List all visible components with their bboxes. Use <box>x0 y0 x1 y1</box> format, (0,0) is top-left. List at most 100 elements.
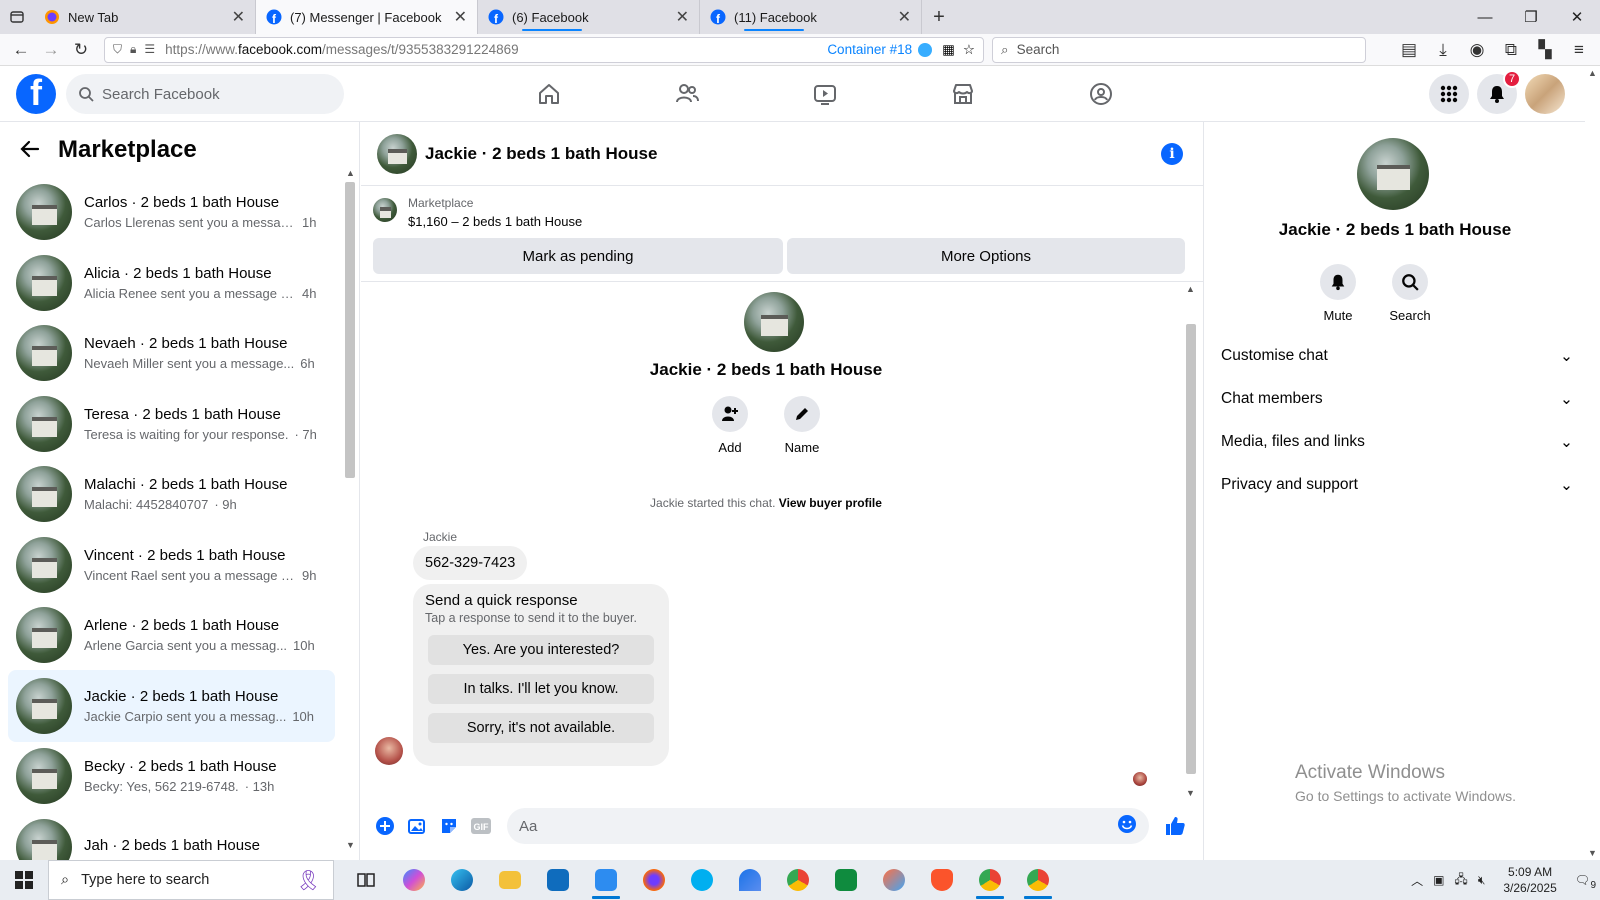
conversation-item[interactable]: Jackie · 2 beds 1 bath House Jackie Carpi… <box>8 670 335 742</box>
close-tab-icon[interactable]: ✕ <box>232 7 245 27</box>
chrome-icon[interactable] <box>774 860 822 900</box>
mark-as-pending-button[interactable]: Mark as pending <box>373 238 783 274</box>
minimize-icon[interactable]: — <box>1462 0 1508 34</box>
conversation-item[interactable]: Vincent · 2 beds 1 bath House Vincent Rae… <box>8 529 335 601</box>
profile-avatar[interactable] <box>1525 74 1565 114</box>
message-input[interactable]: Aa <box>507 808 1149 844</box>
more-options-button[interactable]: More Options <box>787 238 1185 274</box>
facebook-search-input[interactable]: Search Facebook <box>66 74 344 114</box>
chrome-profile-gm-icon[interactable] <box>966 860 1014 900</box>
scrollbar-thumb[interactable] <box>1186 324 1196 774</box>
permissions-icon[interactable]: ☰ <box>144 42 155 57</box>
firefox-icon[interactable] <box>630 860 678 900</box>
conversation-item[interactable]: Nevaeh · 2 beds 1 bath House Nevaeh Mille… <box>8 317 335 389</box>
media-files-links-section[interactable]: Media, files and links ⌄ <box>1221 422 1573 462</box>
search-in-chat-button[interactable]: Search <box>1375 264 1445 323</box>
photo-icon[interactable] <box>401 810 433 842</box>
new-tab-plus-icon[interactable]: + <box>922 0 956 34</box>
windows-start-icon[interactable] <box>0 860 48 900</box>
reload-icon[interactable]: ↻ <box>66 36 96 64</box>
close-window-icon[interactable]: ✕ <box>1554 0 1600 34</box>
volume-muted-icon[interactable]: 🔇︎ <box>1478 873 1486 888</box>
download-icon[interactable]: ⤓ <box>1428 36 1458 64</box>
restore-icon[interactable]: ❐ <box>1508 0 1554 34</box>
close-tab-icon[interactable]: ✕ <box>676 7 689 27</box>
emoji-icon[interactable] <box>1117 814 1137 838</box>
conversation-item[interactable]: Arlene · 2 beds 1 bath House Arlene Garci… <box>8 599 335 671</box>
listing-thumbnail[interactable] <box>373 198 397 222</box>
lock-icon[interactable]: 🔒︎ <box>130 42 136 57</box>
bookmark-star-icon[interactable]: ☆ <box>963 42 975 58</box>
groups-icon[interactable] <box>1032 74 1170 114</box>
info-icon[interactable]: i <box>1161 142 1183 165</box>
sidebar-scrollbar[interactable]: ▲ ▼ <box>343 168 357 850</box>
menu-icon[interactable]: ≡ <box>1564 36 1594 64</box>
paint-icon[interactable] <box>870 860 918 900</box>
close-tab-icon[interactable]: ✕ <box>454 7 467 27</box>
tab-facebook-6[interactable]: f (6) Facebook ✕ <box>478 0 700 34</box>
conversation-item[interactable]: Alicia · 2 beds 1 bath House Alicia Renee… <box>8 247 335 319</box>
mute-button[interactable]: Mute <box>1303 264 1373 323</box>
taskbar-search-input[interactable]: ⌕ Type here to search 🎗︎ <box>48 860 334 900</box>
tab-facebook-11[interactable]: f (11) Facebook ✕ <box>700 0 922 34</box>
friends-icon[interactable] <box>618 74 756 114</box>
extensions-icon[interactable]: ⧉ <box>1496 36 1526 64</box>
edge-icon[interactable] <box>438 860 486 900</box>
like-thumb-icon[interactable] <box>1159 810 1191 842</box>
task-view-icon[interactable] <box>342 860 390 900</box>
brave-icon[interactable] <box>918 860 966 900</box>
scrollbar-thumb[interactable] <box>345 182 355 478</box>
container-label[interactable]: Container #18 <box>827 42 912 57</box>
browser-search-bar[interactable]: ⌕ Search <box>992 36 1366 63</box>
notifications-bell-icon[interactable]: 7 <box>1477 70 1521 114</box>
conversation-item[interactable]: Teresa · 2 beds 1 bath House Teresa is wa… <box>8 388 335 460</box>
tab-messenger[interactable]: f (7) Messenger | Facebook ✕ <box>256 0 478 34</box>
arc-icon[interactable] <box>726 860 774 900</box>
quick-response-yes-button[interactable]: Yes. Are you interested? <box>428 635 654 665</box>
chat-members-section[interactable]: Chat members ⌄ <box>1221 379 1573 419</box>
back-arrow-icon[interactable] <box>20 139 40 162</box>
sticker-icon[interactable] <box>433 810 465 842</box>
meet-icon[interactable]: ▣ <box>1433 873 1444 887</box>
privacy-support-section[interactable]: Privacy and support ⌄ <box>1221 465 1573 505</box>
file-explorer-icon[interactable] <box>486 860 534 900</box>
add-people-button[interactable]: Add <box>700 396 760 455</box>
skype-icon[interactable] <box>678 860 726 900</box>
conversation-item[interactable]: Becky · 2 beds 1 bath House Becky: Yes, 5… <box>8 740 335 812</box>
plus-circle-icon[interactable] <box>369 810 401 842</box>
chat-title[interactable]: Jackie · 2 beds 1 bath House <box>425 144 657 164</box>
video-icon[interactable] <box>756 74 894 114</box>
qr-icon[interactable]: ▦ <box>942 42 955 58</box>
wps-writer-icon[interactable] <box>582 860 630 900</box>
chrome-profile-r-icon[interactable] <box>1014 860 1062 900</box>
chat-avatar[interactable] <box>377 133 417 174</box>
edit-name-button[interactable]: Name <box>772 396 832 455</box>
forward-arrow-icon[interactable]: → <box>36 36 66 64</box>
conversation-item[interactable]: Jah · 2 beds 1 bath House <box>8 811 335 860</box>
listing-price[interactable]: $1,160 – 2 beds 1 bath House <box>408 214 582 229</box>
copilot-icon[interactable] <box>390 860 438 900</box>
clock[interactable]: 5:09 AM 3/26/2025 <box>1503 864 1556 896</box>
chevron-up-icon[interactable]: ︿ <box>1411 872 1423 889</box>
network-icon[interactable]: 🖧︎ <box>1454 870 1467 891</box>
chat-scrollbar[interactable]: ▲ ▼ <box>1183 282 1199 798</box>
shield-icon[interactable]: ⛉ <box>113 42 122 57</box>
back-arrow-icon[interactable]: ← <box>6 36 36 64</box>
facebook-logo-icon[interactable]: f <box>16 74 56 114</box>
notification-center-icon[interactable]: 🗨︎ 9 <box>1575 873 1596 891</box>
quick-response-in-talks-button[interactable]: In talks. I'll let you know. <box>428 674 654 704</box>
message-bubble[interactable]: 562-329-7423 <box>413 546 528 580</box>
home-icon[interactable] <box>480 74 618 114</box>
outlook-icon[interactable] <box>534 860 582 900</box>
customise-chat-section[interactable]: Customise chat ⌄ <box>1221 336 1573 376</box>
account-icon[interactable]: ◉ <box>1462 36 1492 64</box>
url-bar[interactable]: ⛉ 🔒︎ ☰ https://www.facebook.com/messages… <box>104 36 984 63</box>
gif-icon[interactable]: GIF <box>465 810 497 842</box>
quick-response-not-available-button[interactable]: Sorry, it's not available. <box>428 713 654 743</box>
containers-icon[interactable]: ▚ <box>1530 36 1560 64</box>
page-scrollbar[interactable]: ▲ ▼ <box>1585 66 1600 860</box>
marketplace-icon[interactable] <box>894 74 1032 114</box>
tab-list-menu-icon[interactable] <box>0 0 34 34</box>
close-tab-icon[interactable]: ✕ <box>898 7 911 27</box>
reader-icon[interactable]: ▤ <box>1394 36 1424 64</box>
